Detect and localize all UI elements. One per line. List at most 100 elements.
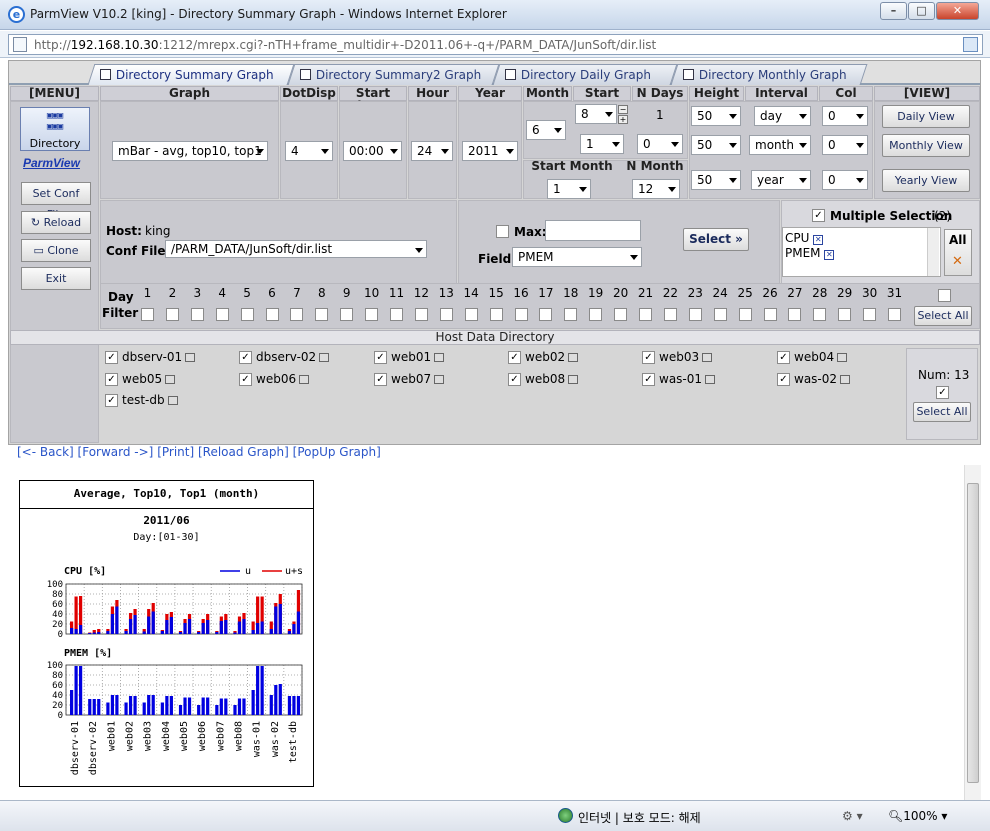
popup-icon[interactable] (299, 374, 310, 384)
host-item[interactable]: ✓ dbserv-01 (105, 350, 196, 366)
day-checkbox[interactable] (340, 308, 354, 321)
day-checkbox[interactable] (788, 308, 802, 321)
multi-item-cpu[interactable]: CPU ✕ (785, 231, 824, 245)
popup-icon[interactable] (319, 353, 330, 362)
day-checkbox[interactable] (639, 308, 652, 321)
tab-directory-monthly[interactable]: Directory Monthly Graph (670, 64, 868, 85)
col-year-select[interactable]: 0 (822, 170, 868, 190)
day-checkbox[interactable] (141, 308, 154, 321)
set-conf-file-button[interactable]: Set Conf File (21, 182, 91, 221)
day-checkbox[interactable] (589, 308, 603, 321)
compat-view-icon[interactable] (963, 37, 978, 52)
monthly-view-button[interactable]: Monthly View (882, 134, 970, 157)
zoom-level[interactable]: 🔍︎100% ▾ (888, 809, 947, 823)
day-checkbox[interactable] (663, 308, 677, 321)
host-item[interactable]: ✓ web08 (508, 372, 579, 388)
day-checkbox[interactable] (863, 308, 877, 321)
forward-link[interactable]: [Forward ->] (78, 445, 154, 459)
multi-selection-checkbox[interactable]: ✓ (812, 209, 825, 222)
host-item[interactable]: ✓ web02 (508, 350, 579, 366)
day-checkbox[interactable] (240, 308, 254, 321)
daily-view-button[interactable]: Daily View (882, 105, 970, 128)
host-checkbox[interactable]: ✓ (105, 394, 118, 407)
protected-mode-icon[interactable]: ⚙ ▾ (842, 809, 863, 823)
popup-icon[interactable] (167, 396, 178, 405)
n-month-select[interactable]: 12 (632, 179, 680, 199)
reload-graph-link[interactable]: [Reload Graph] (198, 445, 289, 459)
year-select[interactable]: 2011 (462, 141, 518, 161)
day-increment-button[interactable]: + (618, 115, 628, 124)
tab-directory-summary[interactable]: Directory Summary Graph (87, 64, 295, 85)
col-month-select[interactable]: 0 (822, 135, 868, 155)
hour-select[interactable]: 24 (411, 141, 453, 161)
host-item[interactable]: ✓ was-01 (642, 372, 716, 388)
host-checkbox[interactable]: ✓ (239, 372, 252, 386)
maximize-button[interactable]: □ (908, 2, 935, 20)
host-select-all-button[interactable]: Select All (913, 402, 971, 422)
day-select-all-checkbox[interactable] (938, 289, 951, 302)
print-link[interactable]: [Print] (157, 445, 194, 459)
day-checkbox[interactable] (190, 308, 204, 321)
day-checkbox[interactable] (265, 308, 279, 321)
host-item[interactable]: ✓ web07 (374, 372, 445, 388)
max-input[interactable] (545, 220, 641, 241)
day-select-all-button[interactable]: Select All (914, 306, 972, 326)
host-item[interactable]: ✓ web05 (105, 372, 176, 388)
day-checkbox[interactable] (390, 308, 403, 321)
url-field[interactable]: http://192.168.10.30:1212/mrepx.cgi?-nTH… (8, 34, 983, 55)
popup-icon[interactable] (434, 353, 445, 362)
multi-selection-list[interactable]: CPU ✕ PMEM ✕ (782, 227, 941, 277)
day-checkbox[interactable] (888, 308, 901, 321)
host-checkbox[interactable]: ✓ (239, 351, 252, 364)
popup-icon[interactable] (705, 374, 716, 384)
popup-icon[interactable] (165, 374, 176, 384)
scrollbar-thumb[interactable] (967, 483, 979, 783)
month-select[interactable]: 6 (526, 120, 566, 140)
day-decrement-button[interactable]: − (618, 105, 628, 114)
host-checkbox[interactable]: ✓ (374, 372, 387, 386)
remove-icon[interactable]: ✕ (824, 250, 835, 260)
day-checkbox[interactable] (614, 308, 628, 321)
multi-list-scrollbar[interactable] (927, 228, 939, 276)
content-scrollbar[interactable] (964, 465, 981, 800)
col-day-select[interactable]: 0 (822, 106, 868, 126)
day-checkbox[interactable] (414, 308, 428, 321)
host-checkbox[interactable]: ✓ (777, 372, 790, 386)
all-button[interactable]: All ✕ (944, 229, 972, 276)
popup-icon[interactable] (840, 374, 851, 384)
day-checkbox[interactable] (838, 308, 852, 321)
n-days-select[interactable]: 0 (637, 134, 683, 154)
day-checkbox[interactable] (365, 308, 379, 321)
host-checkbox[interactable]: ✓ (508, 372, 521, 386)
host-checkbox[interactable]: ✓ (642, 351, 655, 364)
interval-month-select[interactable]: month (749, 135, 811, 155)
popup-graph-link[interactable]: [PopUp Graph] (293, 445, 381, 459)
host-item[interactable]: ✓ test-db (105, 393, 178, 409)
host-item[interactable]: ✓ web03 (642, 350, 713, 366)
parmview-brand[interactable]: ParmView (23, 156, 80, 170)
host-checkbox[interactable]: ✓ (105, 372, 118, 386)
popup-icon[interactable] (837, 353, 848, 362)
multi-item-pmem[interactable]: PMEM ✕ (785, 246, 835, 260)
popup-icon[interactable] (702, 353, 713, 362)
start-month-select[interactable]: 1 (547, 179, 591, 199)
day-checkbox[interactable] (763, 308, 777, 321)
interval-year-select[interactable]: year (751, 170, 811, 190)
height-day-select[interactable]: 50 (691, 106, 741, 126)
tab-directory-daily[interactable]: Directory Daily Graph (492, 64, 678, 85)
day-checkbox[interactable] (688, 308, 702, 321)
graph-select[interactable]: mBar - avg, top10, top1 (112, 141, 268, 161)
height-month-select[interactable]: 50 (691, 135, 741, 155)
day-checkbox[interactable] (165, 308, 179, 321)
day-checkbox[interactable] (439, 308, 453, 321)
day-checkbox[interactable] (713, 308, 727, 321)
back-link[interactable]: [<- Back] (17, 445, 74, 459)
day-checkbox[interactable] (315, 308, 329, 321)
day-checkbox[interactable] (489, 308, 503, 321)
host-item[interactable]: ✓ web06 (239, 372, 310, 388)
host-checkbox[interactable]: ✓ (508, 351, 521, 364)
popup-icon[interactable] (185, 353, 196, 362)
popup-icon[interactable] (434, 374, 445, 384)
day-checkbox[interactable] (738, 308, 752, 321)
popup-icon[interactable] (568, 353, 579, 362)
